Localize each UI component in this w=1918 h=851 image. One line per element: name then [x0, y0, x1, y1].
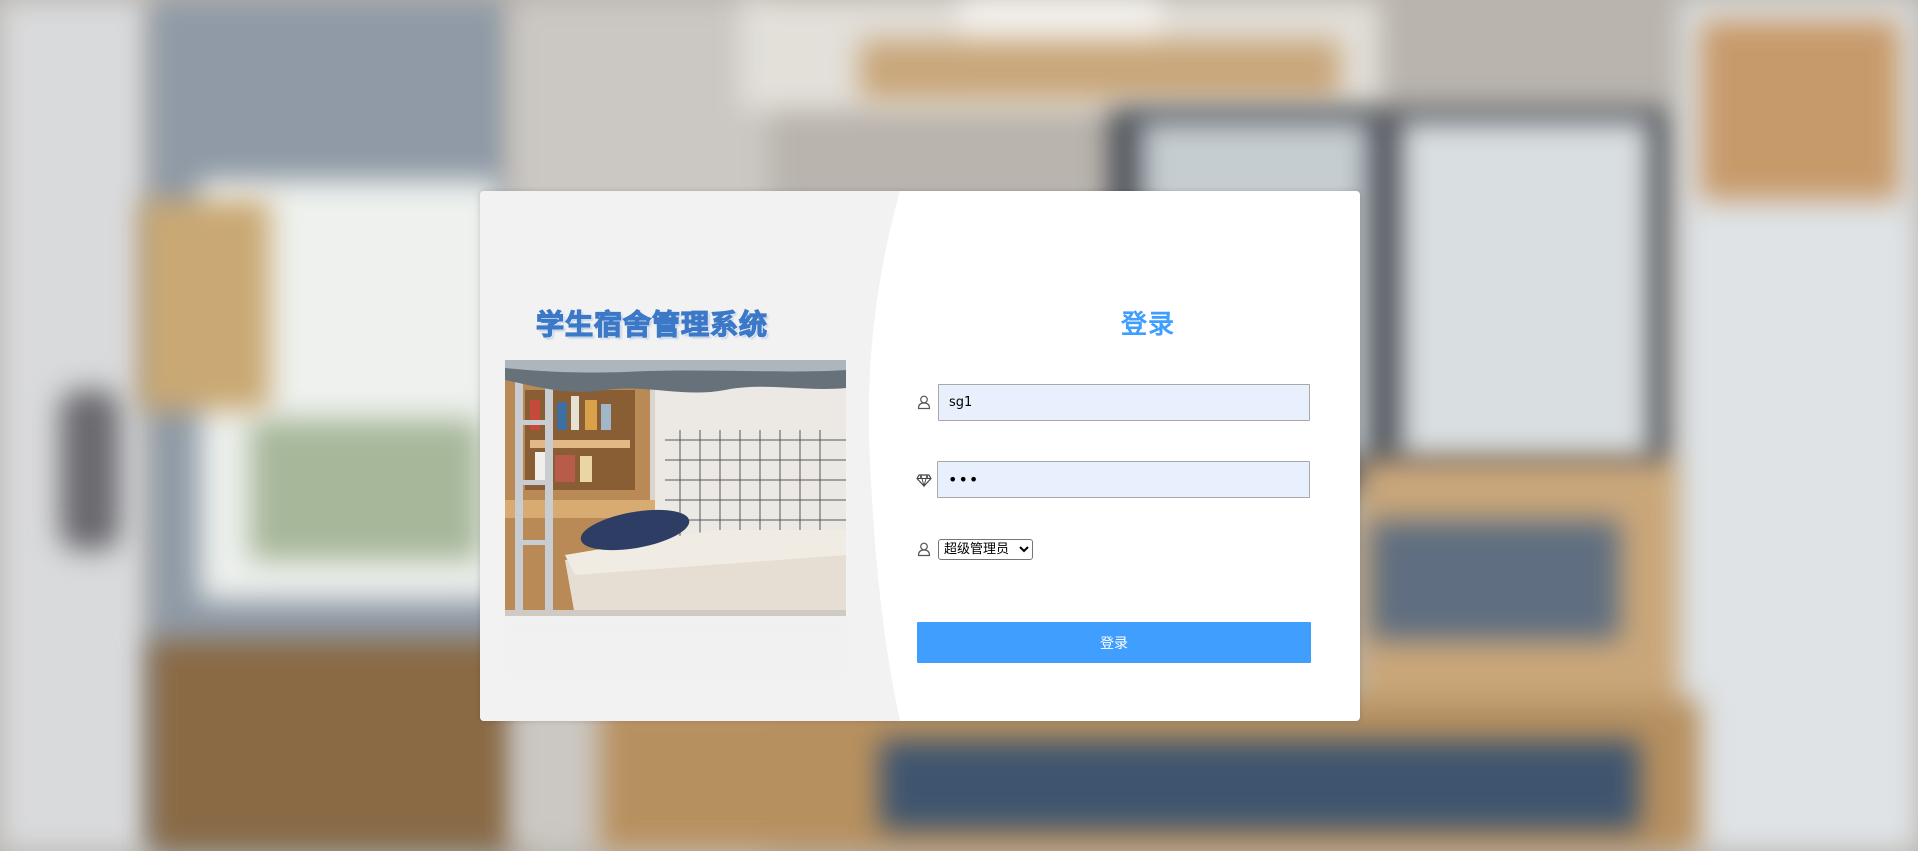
role-select[interactable]: 超级管理员 [938, 539, 1033, 560]
faded-caption-area [505, 621, 846, 701]
user-icon [917, 542, 931, 557]
login-card: 学生宿舍管理系统 登录 sg1 超级管理员 登录 [480, 191, 1360, 721]
username-input[interactable] [938, 384, 1310, 421]
diamond-icon [916, 474, 932, 488]
dorm-room-image [505, 360, 846, 616]
password-input[interactable] [937, 461, 1310, 498]
user-icon [917, 395, 931, 410]
login-button[interactable]: 登录 [917, 622, 1311, 663]
system-title: 学生宿舍管理系统 [535, 307, 768, 341]
login-title: 登录 [1120, 310, 1175, 340]
